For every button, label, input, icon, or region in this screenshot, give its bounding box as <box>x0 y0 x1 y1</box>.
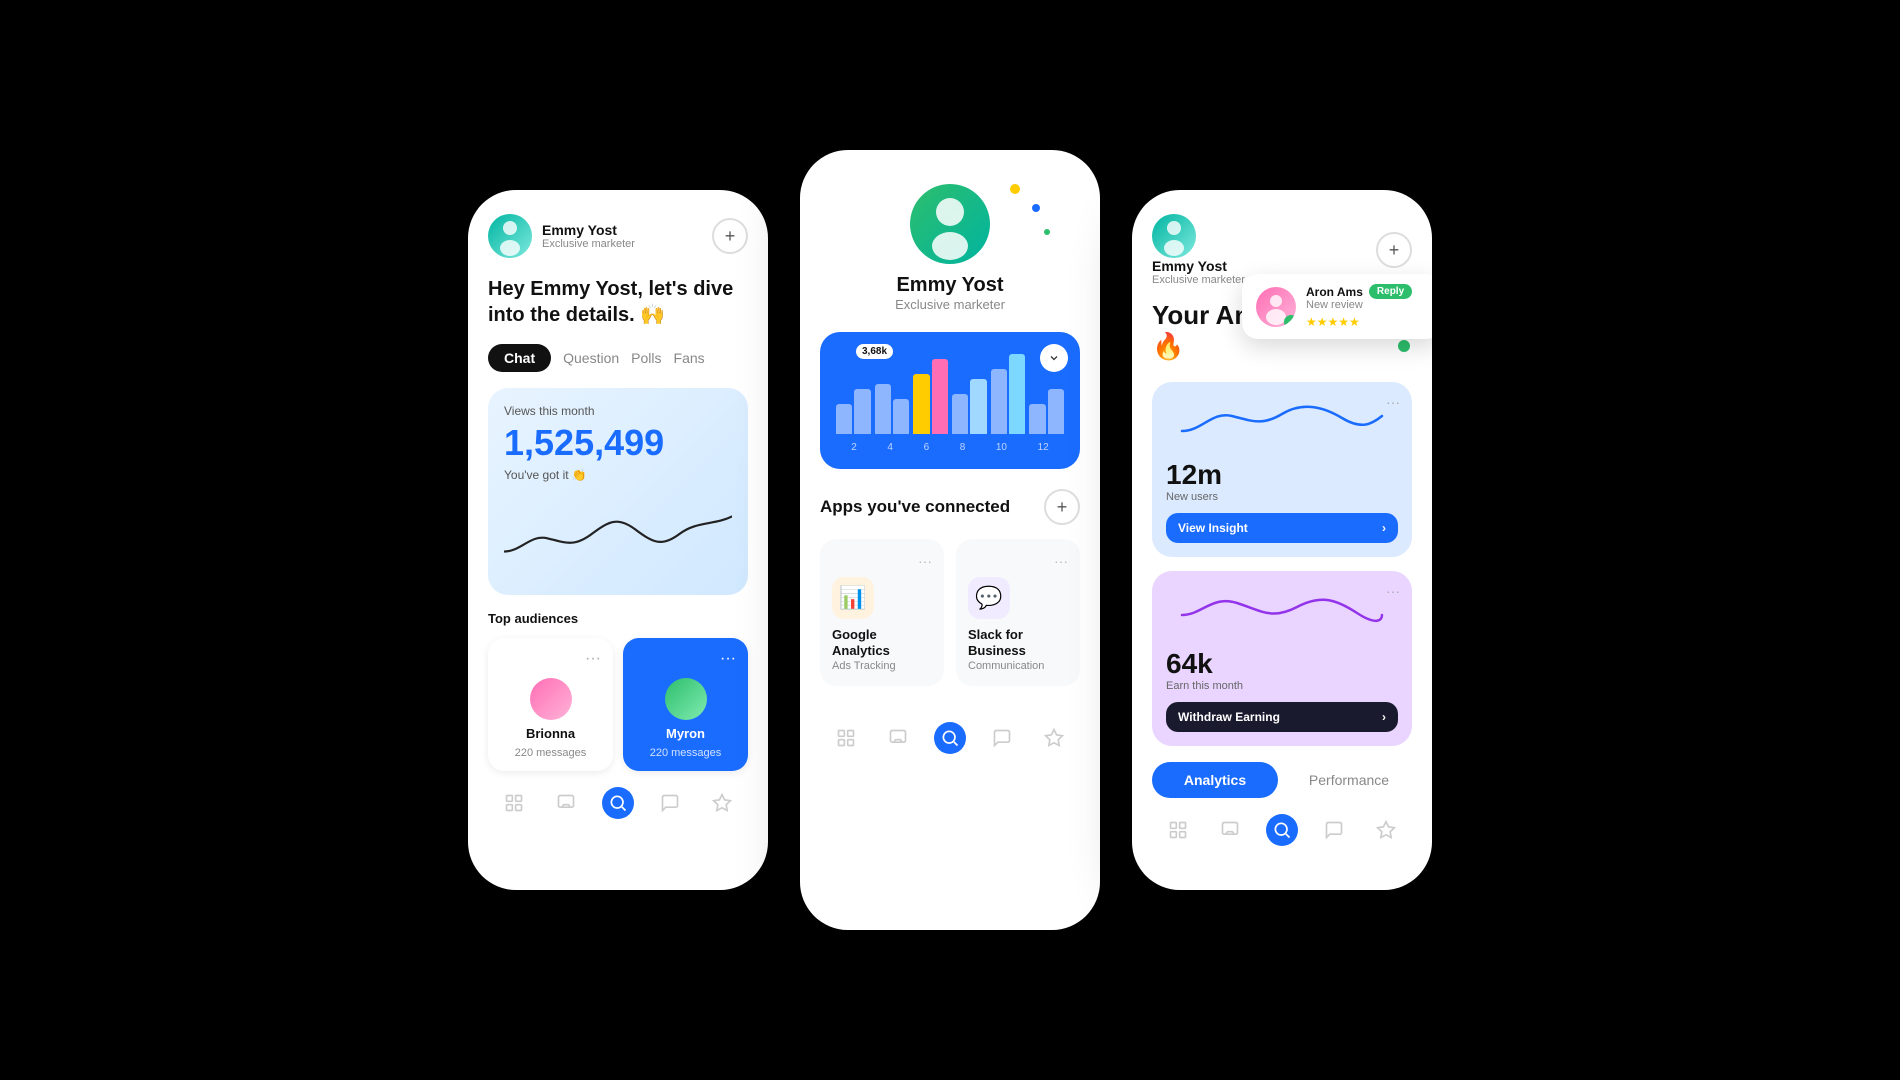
greeting-text: Hey Emmy Yost, let's dive into the detai… <box>488 276 748 328</box>
notification-popup: ✓ Aron Ams Reply New review ★★★★★ <box>1242 274 1432 339</box>
scene: Emmy Yost Exclusive marketer + Hey Emmy … <box>428 110 1472 970</box>
user-title: Exclusive marketer <box>542 238 635 250</box>
stat-wave-earn <box>1166 585 1398 635</box>
nav-chat-icon[interactable] <box>654 787 686 819</box>
app-card-ga: ··· 📊 Google Analytics Ads Tracking <box>820 539 944 686</box>
phone-1: Emmy Yost Exclusive marketer + Hey Emmy … <box>468 190 768 890</box>
stat-wave-users <box>1166 396 1398 446</box>
stats-card: Views this month 1,525,499 You've got it… <box>488 388 748 595</box>
audience-avatar-myron <box>665 678 707 720</box>
nav-bar <box>488 771 748 819</box>
phone3-add-button[interactable]: + <box>1376 232 1412 268</box>
notif-name: Aron Ams <box>1306 285 1363 299</box>
nav3-home-icon[interactable] <box>1162 814 1194 846</box>
wave-chart <box>504 494 732 574</box>
nav3-chat-icon[interactable] <box>1318 814 1350 846</box>
apps-section-header: Apps you've connected + <box>820 489 1080 525</box>
app-card-slack: ··· 💬 Slack for Business Communication <box>956 539 1080 686</box>
slack-sub: Communication <box>968 660 1068 672</box>
nav2-star-icon[interactable] <box>1038 722 1070 754</box>
audience-cards: ··· Brionna 220 messages ··· Myron 220 m… <box>488 638 748 771</box>
phone-2: Emmy Yost Exclusive marketer 3,68k 2 4 <box>800 150 1100 930</box>
audience-name-myron: Myron <box>666 726 705 741</box>
withdraw-earning-btn[interactable]: Withdraw Earning › <box>1166 702 1398 732</box>
slack-icon: 💬 <box>968 577 1010 619</box>
nav-bar-2 <box>820 706 1080 754</box>
audience-messages: 220 messages <box>515 747 587 759</box>
decoration-dot-yellow <box>1010 184 1020 194</box>
stats-sub: You've got it 👏 <box>504 468 732 482</box>
notif-sub: New review <box>1306 299 1428 311</box>
notif-avatar: ✓ <box>1256 287 1296 327</box>
audience-avatar-brionna <box>530 678 572 720</box>
tab-polls[interactable]: Polls <box>631 350 661 366</box>
notif-check-icon: ✓ <box>1284 315 1296 327</box>
user-info: Emmy Yost Exclusive marketer <box>488 214 635 258</box>
phone2-user-name: Emmy Yost <box>896 274 1003 297</box>
bottom-tabs: Analytics Performance <box>1152 762 1412 798</box>
nav2-chat-icon[interactable] <box>986 722 1018 754</box>
phone3-user-info: Emmy Yost Exclusive marketer <box>1152 214 1245 286</box>
user-name: Emmy Yost <box>542 222 635 238</box>
phone1-header: Emmy Yost Exclusive marketer + <box>488 214 748 258</box>
decoration-dot-blue <box>1032 204 1040 212</box>
chart-x-labels: 2 4 6 8 10 12 <box>836 442 1064 453</box>
nav-bar-3 <box>1152 798 1412 846</box>
phone-3: ✓ Aron Ams Reply New review ★★★★★ Emmy Y… <box>1132 190 1432 890</box>
bar-chart-area: 3,68k <box>836 348 1064 438</box>
nav3-search-icon[interactable] <box>1266 814 1298 846</box>
notif-reply-button[interactable]: Reply <box>1369 284 1412 299</box>
nav-home-icon[interactable] <box>498 787 530 819</box>
tab-chat[interactable]: Chat <box>488 344 551 372</box>
phone2-user-title: Exclusive marketer <box>895 297 1005 312</box>
online-indicator <box>1396 338 1412 354</box>
nav3-star-icon[interactable] <box>1370 814 1402 846</box>
nav3-compose-icon[interactable] <box>1214 814 1246 846</box>
phone3-avatar <box>1152 214 1196 258</box>
stat-label-earn: Earn this month <box>1166 680 1398 692</box>
stat-number-users: 12m <box>1166 459 1398 491</box>
tab-performance[interactable]: Performance <box>1286 762 1412 798</box>
nav-star-icon[interactable] <box>706 787 738 819</box>
avatar <box>488 214 532 258</box>
bar-chart-card: 3,68k 2 4 6 8 10 12 <box>820 332 1080 469</box>
stat-card-users: ··· 12m New users View Insight › <box>1152 382 1412 557</box>
chart-tooltip: 3,68k <box>856 344 893 359</box>
stats-number: 1,525,499 <box>504 422 732 464</box>
phone3-user-name: Emmy Yost <box>1152 258 1245 274</box>
decoration-dot-green <box>1044 229 1050 235</box>
tabs: Chat Question Polls Fans <box>488 344 748 372</box>
phone2-avatar-section: Emmy Yost Exclusive marketer <box>820 174 1080 312</box>
ga-name: Google Analytics <box>832 627 932 658</box>
tab-question[interactable]: Question <box>563 350 619 366</box>
audience-card-myron: ··· Myron 220 messages <box>623 638 748 771</box>
top-audiences-label: Top audiences <box>488 611 748 626</box>
phone2-avatar <box>910 184 990 264</box>
apps-grid: ··· 📊 Google Analytics Ads Tracking ··· … <box>820 539 1080 686</box>
add-button[interactable]: + <box>712 218 748 254</box>
nav2-search-icon[interactable] <box>934 722 966 754</box>
tab-analytics[interactable]: Analytics <box>1152 762 1278 798</box>
add-app-button[interactable]: + <box>1044 489 1080 525</box>
audience-name: Brionna <box>526 726 575 741</box>
nav-compose-icon[interactable] <box>550 787 582 819</box>
stat-card-earn: ··· 64k Earn this month Withdraw Earning… <box>1152 571 1412 746</box>
stats-label: Views this month <box>504 404 732 418</box>
phone3-user-title: Exclusive marketer <box>1152 274 1245 286</box>
view-insight-btn[interactable]: View Insight › <box>1166 513 1398 543</box>
ga-sub: Ads Tracking <box>832 660 932 672</box>
nav2-home-icon[interactable] <box>830 722 862 754</box>
notif-stars: ★★★★★ <box>1306 315 1428 329</box>
audience-card-brionna: ··· Brionna 220 messages <box>488 638 613 771</box>
nav-search-icon[interactable] <box>602 787 634 819</box>
stat-label-users: New users <box>1166 491 1398 503</box>
stat-number-earn: 64k <box>1166 648 1398 680</box>
nav2-compose-icon[interactable] <box>882 722 914 754</box>
ga-icon: 📊 <box>832 577 874 619</box>
tab-fans[interactable]: Fans <box>674 350 705 366</box>
apps-section-title: Apps you've connected <box>820 497 1010 517</box>
slack-name: Slack for Business <box>968 627 1068 658</box>
audience-messages-myron: 220 messages <box>650 747 722 759</box>
